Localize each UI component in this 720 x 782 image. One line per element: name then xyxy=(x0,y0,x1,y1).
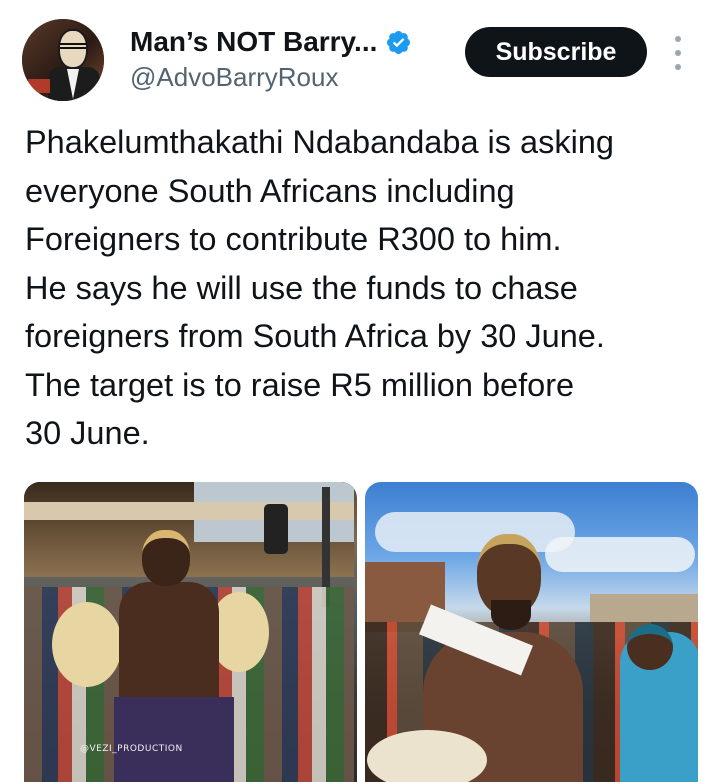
display-name[interactable]: Man’s NOT Barry... xyxy=(130,26,377,58)
photo-fur-left xyxy=(52,602,122,687)
avatar-face xyxy=(58,29,88,69)
more-dot xyxy=(675,64,681,70)
photo-watermark: @VEZI_PRODUCTION xyxy=(80,744,183,754)
photo-traffic-light xyxy=(264,504,288,554)
name-row: Man’s NOT Barry... xyxy=(130,26,412,58)
photo-man-beard xyxy=(491,600,531,630)
media-photo-right[interactable] xyxy=(365,482,698,782)
avatar-glasses xyxy=(60,43,86,49)
photo-man-skirt xyxy=(114,697,234,782)
media-photo-left[interactable]: @VEZI_PRODUCTION xyxy=(24,482,357,782)
photo-cloud xyxy=(545,537,695,572)
photo-bystander-head xyxy=(627,624,673,670)
photo-fur xyxy=(367,730,487,782)
subscribe-button[interactable]: Subscribe xyxy=(465,27,647,77)
avatar[interactable] xyxy=(22,19,104,101)
user-handle[interactable]: @AdvoBarryRoux xyxy=(130,62,338,93)
more-dot xyxy=(675,50,681,56)
verified-badge-icon xyxy=(387,30,411,54)
media-grid: @VEZI_PRODUCTION xyxy=(24,482,698,782)
photo-man-head xyxy=(142,530,190,586)
photo-awning xyxy=(24,502,354,520)
avatar-tag xyxy=(28,79,50,93)
photo-cloud xyxy=(375,512,575,552)
more-options-icon[interactable] xyxy=(668,36,688,70)
tweet-text: Phakelumthakathi Ndabandaba is asking ev… xyxy=(25,124,614,451)
photo-man-torso xyxy=(119,582,219,712)
more-dot xyxy=(675,36,681,42)
tweet-header: Man’s NOT Barry... @AdvoBarryRoux Subscr… xyxy=(0,0,720,110)
